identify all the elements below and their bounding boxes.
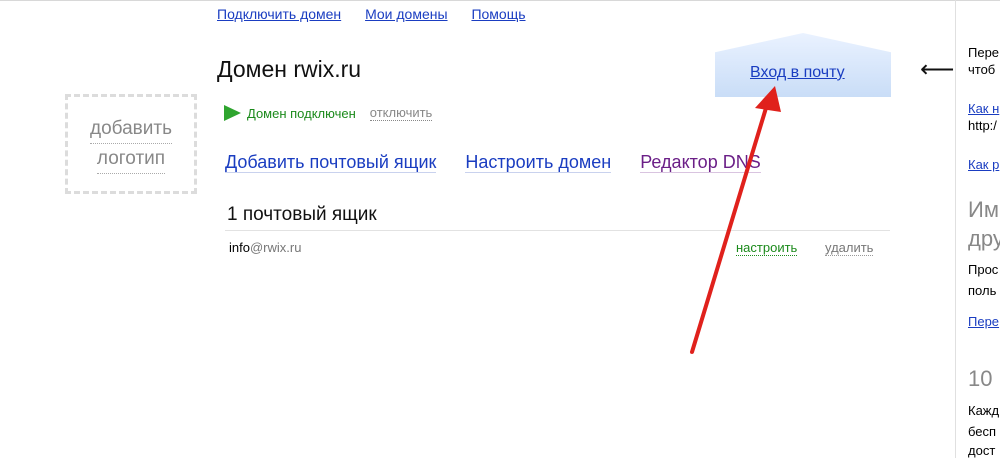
red-annotation-arrow-icon <box>690 86 781 354</box>
